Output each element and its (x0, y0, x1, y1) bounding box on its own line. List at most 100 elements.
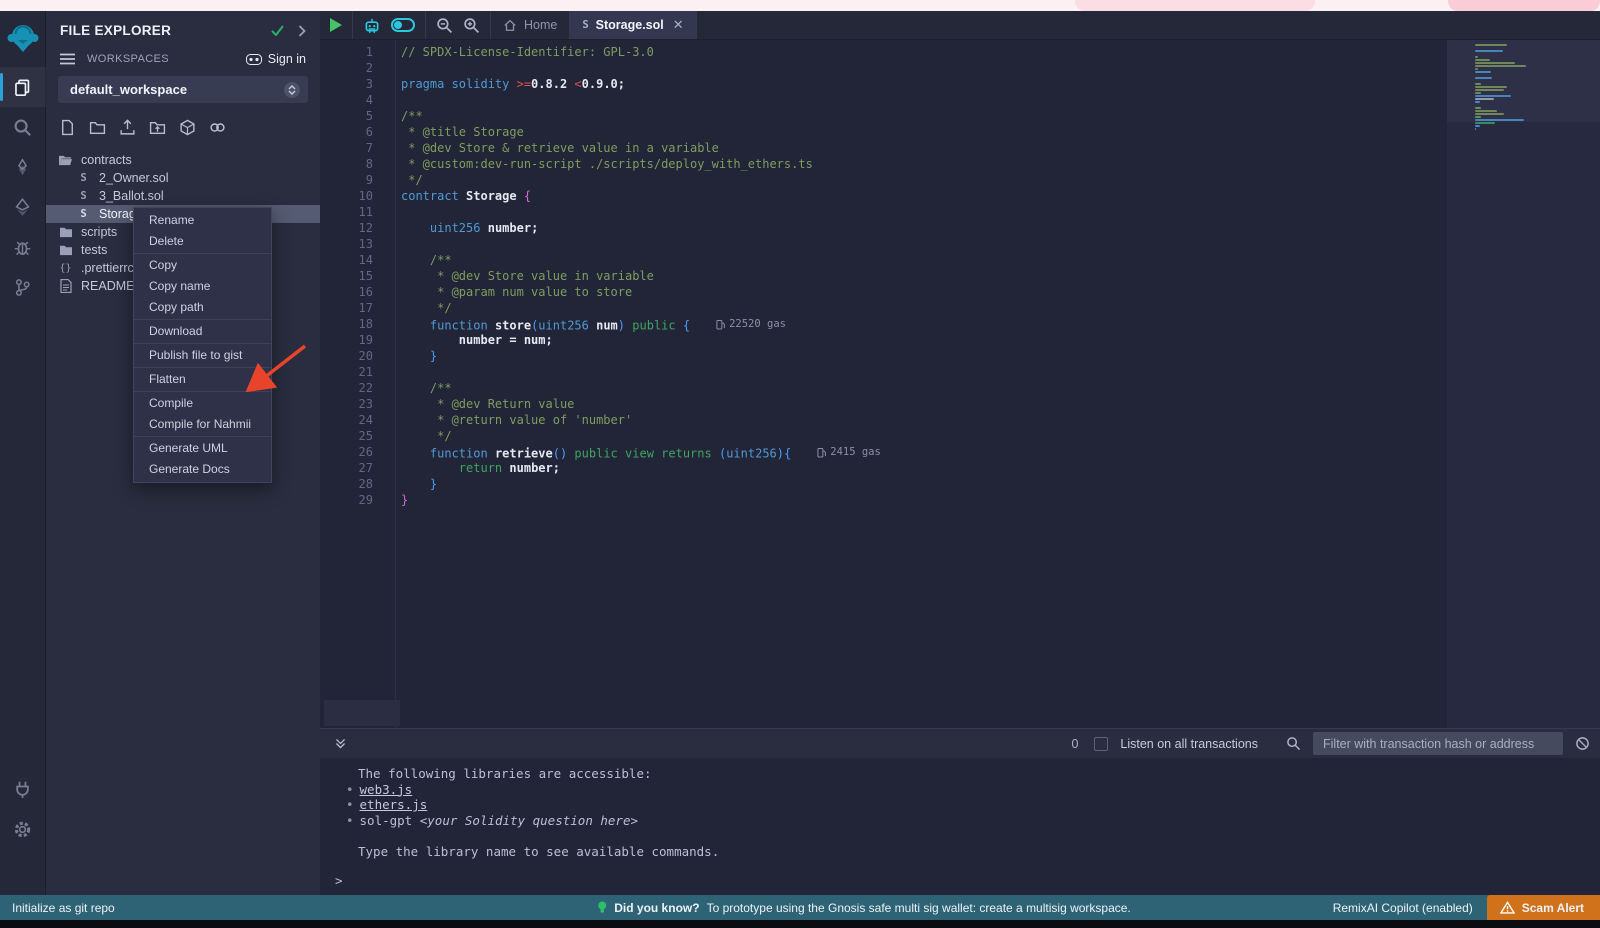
line-number: 12 (320, 220, 395, 236)
gas-pump-icon (716, 319, 725, 330)
listen-label: Listen on all transactions (1120, 737, 1258, 751)
rail-deploy-run-icon[interactable] (0, 187, 46, 227)
workspace-select[interactable]: default_workspace (58, 76, 308, 103)
link-icon[interactable] (209, 119, 226, 136)
editor-topbar: Home S Storage.sol ✕ (320, 11, 1600, 40)
line-number: 14 (320, 252, 395, 268)
code-line: function retrieve() public view returns … (396, 444, 1600, 460)
upload-folder-icon[interactable] (149, 119, 166, 136)
line-number: 1 (320, 44, 395, 60)
menu-item-compile[interactable]: Compile (134, 393, 271, 414)
git-init-button[interactable]: Initialize as git repo (0, 901, 115, 915)
menu-separator (134, 319, 271, 320)
library-link[interactable]: web3.js (360, 782, 413, 797)
chevron-right-icon[interactable] (298, 25, 306, 37)
transaction-filter-input[interactable] (1313, 732, 1563, 755)
zoom-out-icon[interactable] (436, 17, 453, 34)
minimap[interactable] (1447, 40, 1600, 728)
remix-logo[interactable] (0, 11, 46, 67)
menu-separator (134, 367, 271, 368)
terminal-line: •ethers.js (320, 797, 1600, 813)
tree-folder-contracts[interactable]: contracts (46, 151, 320, 169)
rail-file-explorer-icon[interactable] (0, 67, 46, 107)
menu-item-generate-docs[interactable]: Generate Docs (134, 459, 271, 480)
code-line: /** (396, 252, 1600, 268)
rail-solidity-compiler-icon[interactable] (0, 147, 46, 187)
git-icon (13, 278, 32, 297)
code-line: // SPDX-License-Identifier: GPL-3.0 (396, 44, 1600, 60)
rail-settings-icon[interactable] (0, 809, 46, 849)
rail-plugin-manager-icon[interactable] (0, 769, 46, 809)
menu-item-rename[interactable]: Rename (134, 210, 271, 231)
solidity-compiler-icon (13, 158, 32, 177)
zoom-in-icon[interactable] (463, 17, 480, 34)
line-number: 11 (320, 204, 395, 220)
line-number: 5 (320, 108, 395, 124)
gas-estimate-badge[interactable]: 2415 gas (817, 444, 881, 460)
tree-file-3-ballot-sol[interactable]: S3_Ballot.sol (46, 187, 320, 205)
terminal-search-icon[interactable] (1286, 736, 1301, 751)
menu-item-download[interactable]: Download (134, 321, 271, 342)
code-line: * @param num value to store (396, 284, 1600, 300)
workspaces-label: WORKSPACES (87, 53, 246, 65)
library-link[interactable]: ethers.js (360, 797, 428, 812)
scam-alert-button[interactable]: Scam Alert (1487, 895, 1600, 920)
code-line: number = num; (396, 332, 1600, 348)
menu-separator (134, 343, 271, 344)
ai-copilot-icon[interactable] (363, 16, 381, 34)
terminal-output[interactable]: The following libraries are accessible: •… (320, 758, 1600, 895)
copilot-toggle[interactable] (391, 18, 415, 32)
gas-estimate-badge[interactable]: 22520 gas (716, 316, 786, 332)
hamburger-icon[interactable] (60, 53, 75, 65)
terminal-line: •sol-gpt <your Solidity question here> (320, 813, 1600, 829)
horizontal-scrollbar[interactable] (324, 700, 400, 726)
close-tab-icon[interactable]: ✕ (673, 17, 684, 33)
run-script-button[interactable] (330, 18, 342, 32)
workspace-sort-icon[interactable] (284, 82, 300, 98)
tree-file-2-owner-sol[interactable]: S2_Owner.sol (46, 169, 320, 187)
upload-file-icon[interactable] (119, 119, 136, 136)
copilot-status[interactable]: RemixAI Copilot (enabled) (1333, 901, 1473, 915)
menu-item-copy-path[interactable]: Copy path (134, 297, 271, 318)
line-number: 17 (320, 300, 395, 316)
clear-console-icon[interactable] (1575, 736, 1590, 751)
cube-icon[interactable] (179, 119, 196, 136)
rail-search-icon[interactable] (0, 107, 46, 147)
code-line (396, 204, 1600, 220)
line-number: 2 (320, 60, 395, 76)
solidity-file-icon: S (76, 190, 91, 202)
settings-icon (13, 820, 32, 839)
debugger-icon (13, 238, 32, 257)
workspace-name: default_workspace (70, 82, 284, 97)
code-editor[interactable]: 1234567891011121314151617181920212223242… (320, 40, 1600, 728)
remix-ide-window: FILE EXPLORER WORKSPACES Sign in default… (0, 0, 1600, 928)
sign-in-button[interactable]: Sign in (246, 52, 306, 66)
code-line: * @title Storage (396, 124, 1600, 140)
rail-git-icon[interactable] (0, 267, 46, 307)
code-line: /** (396, 108, 1600, 124)
terminal-prompt[interactable]: > (320, 873, 1600, 889)
code-line: return number; (396, 460, 1600, 476)
collapse-terminal-icon[interactable] (334, 737, 347, 750)
terminal-line: The following libraries are accessible: (320, 766, 1600, 782)
deploy-run-icon (13, 198, 32, 217)
github-icon (246, 54, 262, 65)
browser-top-strip (0, 0, 1600, 11)
tab-storage-sol[interactable]: S Storage.sol ✕ (570, 11, 696, 39)
menu-item-delete[interactable]: Delete (134, 231, 271, 252)
menu-item-flatten[interactable]: Flatten (134, 369, 271, 390)
new-folder-icon[interactable] (89, 119, 106, 136)
line-number: 23 (320, 396, 395, 412)
check-icon (271, 25, 284, 36)
tab-home[interactable]: Home (491, 11, 570, 39)
new-file-icon[interactable] (59, 119, 76, 136)
menu-item-generate-uml[interactable]: Generate UML (134, 438, 271, 459)
listen-checkbox[interactable] (1094, 737, 1108, 751)
line-number: 20 (320, 348, 395, 364)
menu-item-copy-name[interactable]: Copy name (134, 276, 271, 297)
menu-item-publish-file-to-gist[interactable]: Publish file to gist (134, 345, 271, 366)
menu-item-compile-for-nahmii[interactable]: Compile for Nahmii (134, 414, 271, 435)
rail-debugger-icon[interactable] (0, 227, 46, 267)
code-line: * @custom:dev-run-script ./scripts/deplo… (396, 156, 1600, 172)
menu-item-copy[interactable]: Copy (134, 255, 271, 276)
